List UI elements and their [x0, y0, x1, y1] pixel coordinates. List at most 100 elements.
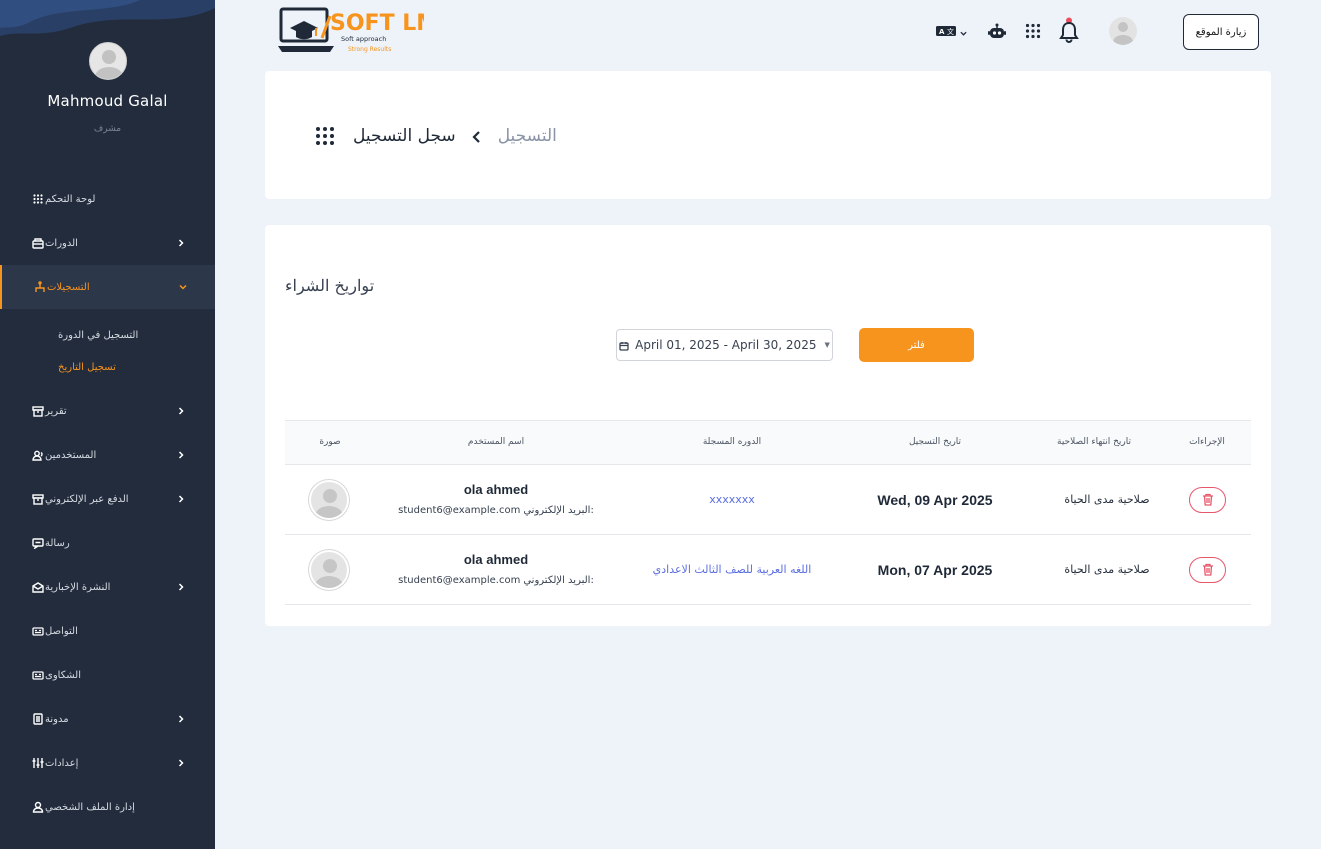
enrollment-history-table: صورة اسم المستخدم الدوره المسجلة تاريخ ا… [285, 420, 1251, 605]
course-link[interactable]: اللغه العربية للصف الثالث الاعدادي [653, 563, 812, 576]
user-email: student6@example.com البريد الإلكتروني: [398, 575, 594, 586]
column-header-expiry: تاريخ انتهاء الصلاحية [1057, 437, 1131, 447]
caret-down-icon: ▼ [824, 341, 830, 349]
breadcrumb: سجل التسجيل التسجيل [315, 123, 557, 149]
delete-button[interactable] [1189, 487, 1226, 513]
logo-tagline-1: Soft approach [341, 35, 386, 43]
registration-date: Wed, 09 Apr 2025 [877, 492, 993, 508]
sidebar-item-label: إعدادات [45, 757, 79, 769]
trash-icon [1202, 491, 1214, 510]
sidebar-item-label: الدورات [45, 237, 78, 249]
payment-icon [31, 492, 45, 506]
sidebar-item-payment[interactable]: الدفع عبر الإلكتروني [0, 477, 215, 521]
chevron-right-icon [177, 495, 185, 503]
email-label: البريد الإلكتروني: [523, 505, 594, 516]
translate-icon: A文 [935, 22, 957, 41]
sidebar-item-label: لوحة التحكم [45, 193, 96, 205]
sidebar-item-dashboard[interactable]: لوحة التحكم [0, 177, 215, 221]
sidebar-item-label: التسجيلات [47, 281, 90, 293]
profile-name: Mahmoud Galal [47, 92, 168, 110]
chevron-right-icon [177, 759, 185, 767]
notification-bell-icon[interactable] [1059, 16, 1079, 44]
table-row: ola ahmed student6@example.com البريد ال… [285, 465, 1251, 535]
section-title: تواريخ الشراء [285, 276, 375, 295]
enrollments-icon [33, 280, 47, 294]
profile-role: مشرف [93, 124, 122, 134]
sidebar-item-label: النشرة الإخبارية [45, 581, 111, 593]
sidebar-item-label: الدفع عبر الإلكتروني [45, 493, 129, 505]
sidebar-item-message[interactable]: رسالة [0, 521, 215, 565]
user-avatar [309, 550, 349, 590]
user-name: ola ahmed [463, 552, 529, 567]
sidebar-item-label: رسالة [45, 537, 70, 549]
chevron-right-icon [177, 239, 185, 247]
table-row: ola ahmed student6@example.com البريد ال… [285, 535, 1251, 605]
breadcrumb-parent[interactable]: التسجيل [498, 126, 557, 146]
sidebar: Mahmoud Galal مشرف لوحة التحكم الدورات ا… [0, 0, 215, 849]
registration-date: Mon, 07 Apr 2025 [877, 562, 993, 578]
user-email-value: student6@example.com [398, 575, 521, 586]
course-link[interactable]: xxxxxxx [709, 493, 755, 506]
expiry-value: صلاحية مدى الحياة [1064, 493, 1150, 506]
sidebar-item-newsletter[interactable]: النشرة الإخبارية [0, 565, 215, 609]
user-avatar [309, 480, 349, 520]
courses-icon [31, 236, 45, 250]
sidebar-item-label: التواصل [45, 625, 78, 637]
svg-text:A: A [939, 28, 945, 36]
user-name: ola ahmed [463, 482, 529, 497]
column-header-user-name: اسم المستخدم [467, 437, 525, 447]
filter-button[interactable]: فلتر [859, 328, 974, 362]
svg-text:文: 文 [947, 27, 954, 36]
apps-grid-icon[interactable] [1025, 17, 1041, 45]
breadcrumb-card: سجل التسجيل التسجيل [265, 71, 1271, 199]
sidebar-item-label: الشكاوى [45, 669, 81, 681]
blog-icon [31, 712, 45, 726]
sidebar-item-complaints[interactable]: الشكاوى [0, 653, 215, 697]
visit-site-button[interactable]: زيارة الموقع [1183, 14, 1259, 50]
column-header-reg-date: تاريخ التسجيل [908, 437, 962, 447]
calendar-icon [619, 340, 629, 351]
breadcrumb-current: سجل التسجيل [353, 126, 456, 146]
user-avatar[interactable] [1109, 17, 1137, 45]
sidebar-item-settings[interactable]: إعدادات [0, 741, 215, 785]
sidebar-item-courses[interactable]: الدورات [0, 221, 215, 265]
sidebar-item-blog[interactable]: مدونة [0, 697, 215, 741]
sidebar-item-profile[interactable]: إدارة الملف الشخصي [0, 785, 215, 829]
complaints-icon [31, 668, 45, 682]
contact-icon [31, 624, 45, 638]
grid-menu-icon[interactable] [315, 126, 335, 146]
sidebar-item-label: تقرير [45, 405, 67, 417]
sidebar-header-wave [0, 0, 215, 36]
date-range-value: April 01, 2025 - April 30, 2025 [635, 338, 817, 352]
settings-sliders-icon [31, 756, 45, 770]
chevron-down-icon [960, 22, 967, 41]
sidebar-avatar[interactable] [88, 42, 127, 80]
soft-lms-logo[interactable]: SOFT LMS Soft approach Strong Results [278, 6, 454, 56]
sidebar-item-contact[interactable]: التواصل [0, 609, 215, 653]
sidebar-nav: لوحة التحكم الدورات التسجيلات التسجيل في… [0, 177, 215, 829]
enrollments-submenu: التسجيل في الدورة تسجيل التاريخ [0, 309, 215, 389]
report-icon [31, 404, 45, 418]
language-switcher[interactable]: A文 [935, 17, 967, 45]
delete-button[interactable] [1189, 557, 1226, 583]
table-header: صورة اسم المستخدم الدوره المسجلة تاريخ ا… [285, 420, 1251, 465]
users-icon [31, 448, 45, 462]
chevron-left-icon [472, 129, 482, 143]
chevron-right-icon [177, 451, 185, 459]
grid-icon [31, 192, 45, 206]
newsletter-icon [31, 580, 45, 594]
chevron-down-icon [179, 283, 187, 291]
logo-tagline-2: Strong Results [348, 46, 391, 53]
sidebar-item-report[interactable]: تقرير [0, 389, 215, 433]
column-header-actions: الإجراءات [1189, 437, 1225, 447]
date-range-picker[interactable]: April 01, 2025 - April 30, 2025 ▼ [616, 329, 833, 361]
expiry-value: صلاحية مدى الحياة [1064, 563, 1150, 576]
submenu-item-enrollment-history[interactable]: تسجيل التاريخ [0, 351, 215, 383]
purchase-dates-card: تواريخ الشراء April 01, 2025 - April 30,… [265, 225, 1271, 626]
sidebar-item-enrollments[interactable]: التسجيلات [0, 265, 215, 309]
submenu-item-course-enrollment[interactable]: التسجيل في الدورة [0, 319, 215, 351]
bot-icon[interactable] [987, 17, 1007, 45]
chevron-right-icon [177, 715, 185, 723]
chevron-right-icon [177, 583, 185, 591]
sidebar-item-users[interactable]: المستخدمين [0, 433, 215, 477]
